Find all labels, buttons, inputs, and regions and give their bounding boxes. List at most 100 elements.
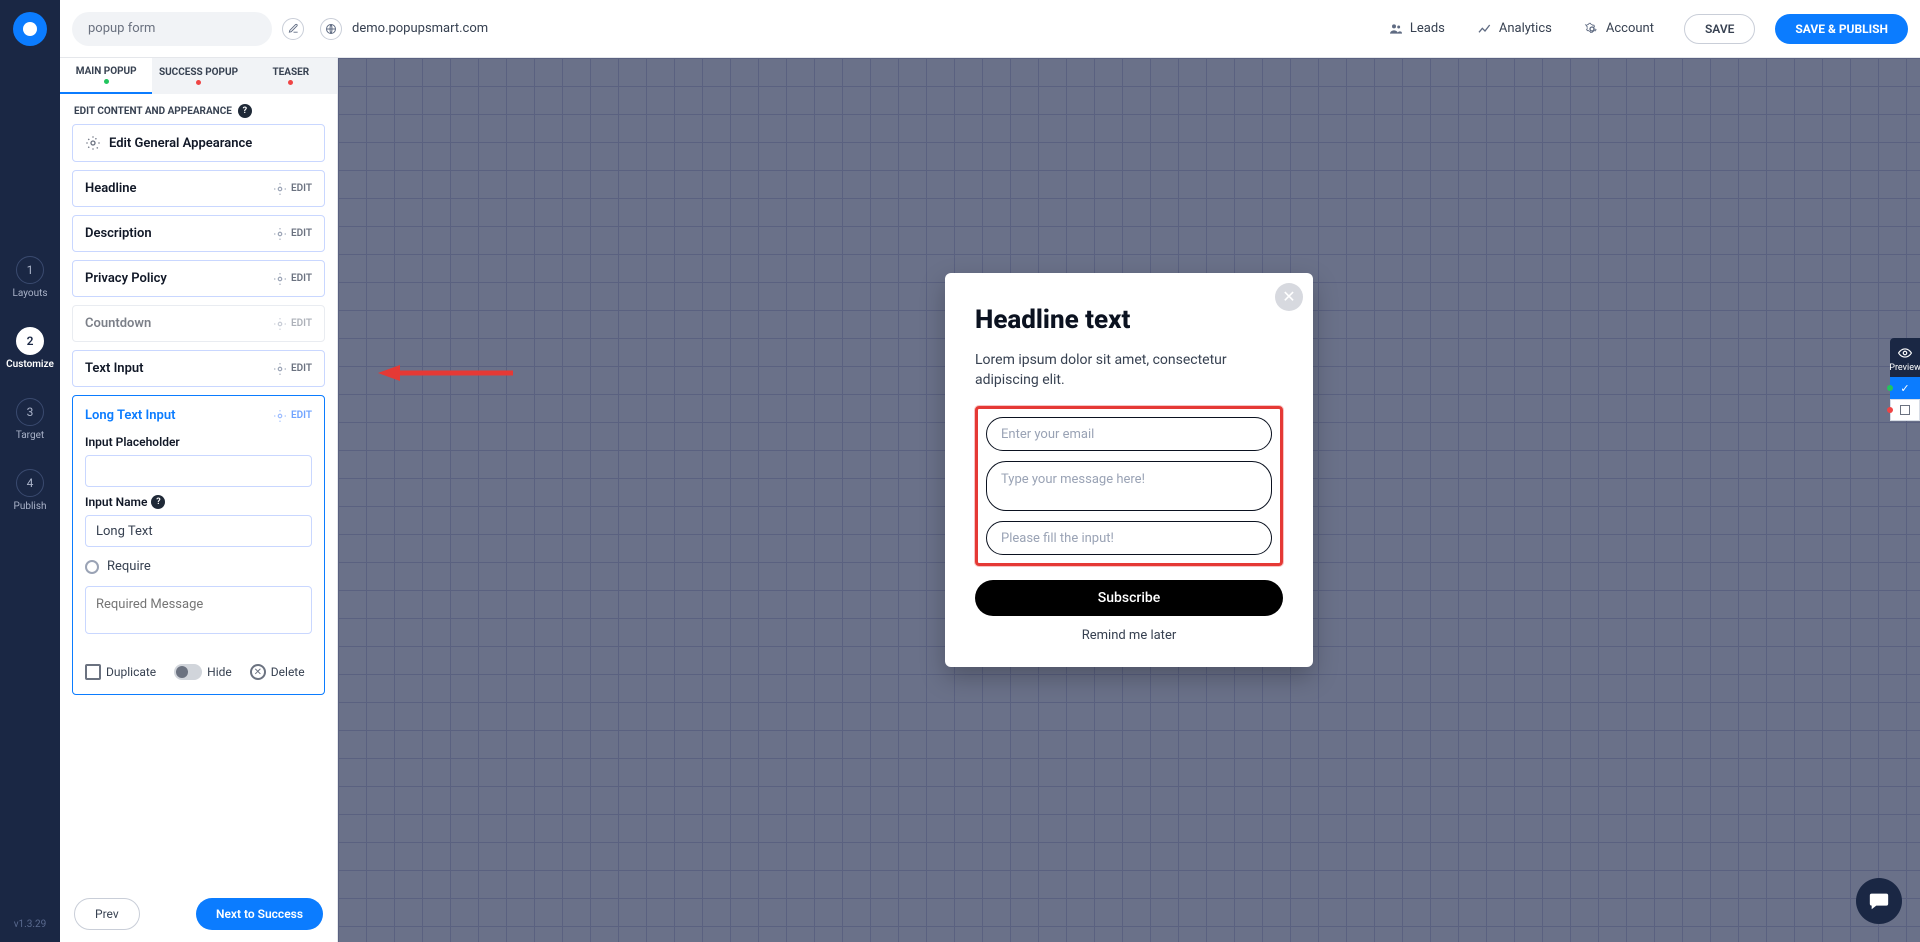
gear-icon xyxy=(273,182,287,196)
step-publish[interactable]: 4 Publish xyxy=(14,469,47,512)
delete-button[interactable]: ✕ Delete xyxy=(250,664,305,680)
row-general-appearance[interactable]: Edit General Appearance xyxy=(72,124,325,162)
popup-fill-placeholder: Please fill the input! xyxy=(1001,531,1114,546)
step-label: Layouts xyxy=(12,288,47,299)
popup-fill-input[interactable]: Please fill the input! xyxy=(986,521,1272,555)
app-column: popup form demo.popupsmart.com Leads Ana… xyxy=(60,0,1920,942)
panel-tabs: MAIN POPUP SUCCESS POPUP TEASER xyxy=(60,58,337,94)
require-label: Require xyxy=(107,559,151,574)
preview-option-check[interactable]: ✓ xyxy=(1890,377,1920,399)
popup-message-placeholder: Type your message here! xyxy=(1001,472,1145,487)
gear-icon xyxy=(273,272,287,286)
required-message-field[interactable] xyxy=(85,586,312,634)
row-headline[interactable]: Headline EDIT xyxy=(72,170,325,207)
save-publish-button[interactable]: SAVE & PUBLISH xyxy=(1775,14,1908,44)
workspace: MAIN POPUP SUCCESS POPUP TEASER EDIT CON… xyxy=(60,58,1920,942)
popup-message-input[interactable]: Type your message here! xyxy=(986,461,1272,511)
help-icon[interactable]: ? xyxy=(238,104,252,118)
nav-account[interactable]: Account xyxy=(1584,21,1654,37)
row-countdown[interactable]: Countdown EDIT xyxy=(72,305,325,342)
remind-later-link[interactable]: Remind me later xyxy=(975,628,1283,643)
row-label: Description xyxy=(85,226,152,241)
gear-icon xyxy=(273,317,287,331)
input-name-field[interactable] xyxy=(85,515,312,547)
preview-label: Preview xyxy=(1889,363,1920,373)
input-placeholder-field[interactable] xyxy=(85,455,312,487)
edit-label: EDIT xyxy=(291,273,312,284)
step-number: 1 xyxy=(16,256,44,284)
step-layouts[interactable]: 1 Layouts xyxy=(12,256,47,299)
popup-email-placeholder: Enter your email xyxy=(1001,427,1094,442)
edit-label: EDIT xyxy=(291,363,312,374)
duplicate-label: Duplicate xyxy=(106,665,156,679)
close-icon[interactable]: ✕ xyxy=(1275,283,1303,311)
tab-main-popup[interactable]: MAIN POPUP xyxy=(60,58,152,94)
field-label-name-text: Input Name xyxy=(85,495,147,509)
popup-preview: ✕ Headline text Lorem ipsum dolor sit am… xyxy=(945,273,1313,667)
popup-headline: Headline text xyxy=(975,305,1283,335)
row-label: Countdown xyxy=(85,316,151,331)
edit-label: EDIT xyxy=(291,228,312,239)
edit-label: EDIT xyxy=(291,183,312,194)
gear-icon xyxy=(1584,21,1600,37)
editor-panel: MAIN POPUP SUCCESS POPUP TEASER EDIT CON… xyxy=(60,58,338,942)
preview-canvas: ✕ Headline text Lorem ipsum dolor sit am… xyxy=(338,58,1920,942)
subscribe-button[interactable]: Subscribe xyxy=(975,580,1283,616)
toggle-icon xyxy=(174,664,202,680)
chat-button[interactable] xyxy=(1856,878,1902,924)
app-logo[interactable] xyxy=(13,12,47,46)
duplicate-icon xyxy=(85,664,101,680)
step-number: 4 xyxy=(16,469,44,497)
people-icon xyxy=(1388,21,1404,37)
tab-success-popup[interactable]: SUCCESS POPUP xyxy=(152,58,244,94)
inputs-highlight: Enter your email Type your message here!… xyxy=(975,406,1283,566)
duplicate-button[interactable]: Duplicate xyxy=(85,664,156,680)
eye-icon xyxy=(1898,346,1912,360)
help-icon[interactable]: ? xyxy=(151,495,165,509)
nav-analytics[interactable]: Analytics xyxy=(1477,21,1552,37)
step-label: Customize xyxy=(6,359,54,370)
block-actions: Duplicate Hide ✕ Delete xyxy=(85,656,312,682)
panel-scroll[interactable]: Edit General Appearance Headline EDIT De… xyxy=(60,124,337,886)
require-option[interactable]: Require xyxy=(85,559,312,574)
prev-button[interactable]: Prev xyxy=(74,898,140,930)
hide-toggle[interactable]: Hide xyxy=(174,664,232,680)
preview-option-box[interactable] xyxy=(1890,399,1920,421)
row-long-text-input: Long Text Input EDIT Input Placeholder I… xyxy=(72,395,325,695)
row-label: Privacy Policy xyxy=(85,271,167,286)
nav-leads-label: Leads xyxy=(1410,21,1445,36)
step-number: 2 xyxy=(16,327,44,355)
preview-toggle[interactable]: Preview xyxy=(1890,338,1920,377)
delete-icon: ✕ xyxy=(250,664,266,680)
top-bar: popup form demo.popupsmart.com Leads Ana… xyxy=(60,0,1920,58)
popup-email-input[interactable]: Enter your email xyxy=(986,417,1272,451)
gear-icon xyxy=(273,362,287,376)
next-button[interactable]: Next to Success xyxy=(196,898,323,930)
edit-label: EDIT xyxy=(291,410,312,421)
row-text-input[interactable]: Text Input EDIT xyxy=(72,350,325,387)
annotation-arrow-icon xyxy=(378,363,518,383)
field-label-placeholder: Input Placeholder xyxy=(85,435,312,449)
tab-label: TEASER xyxy=(272,67,309,78)
radio-icon xyxy=(85,560,99,574)
preview-bar: Preview ✓ xyxy=(1890,338,1920,421)
block-header[interactable]: Long Text Input EDIT xyxy=(85,408,312,423)
campaign-name-input[interactable]: popup form xyxy=(72,12,272,46)
save-button[interactable]: SAVE xyxy=(1684,14,1755,44)
step-label: Target xyxy=(16,430,44,441)
globe-icon[interactable] xyxy=(320,18,342,40)
chat-icon xyxy=(1868,890,1890,912)
step-customize[interactable]: 2 Customize xyxy=(6,327,54,370)
nav-leads[interactable]: Leads xyxy=(1388,21,1445,37)
field-label-name: Input Name ? xyxy=(85,495,312,509)
step-target[interactable]: 3 Target xyxy=(16,398,44,441)
row-privacy-policy[interactable]: Privacy Policy EDIT xyxy=(72,260,325,297)
edit-label: EDIT xyxy=(291,318,312,329)
edit-name-icon[interactable] xyxy=(282,18,304,40)
row-description[interactable]: Description EDIT xyxy=(72,215,325,252)
block-title: Long Text Input xyxy=(85,408,175,423)
tab-teaser[interactable]: TEASER xyxy=(245,58,337,94)
hide-label: Hide xyxy=(207,665,232,679)
panel-subtitle-text: EDIT CONTENT AND APPEARANCE xyxy=(74,106,232,117)
gear-icon xyxy=(273,409,287,423)
